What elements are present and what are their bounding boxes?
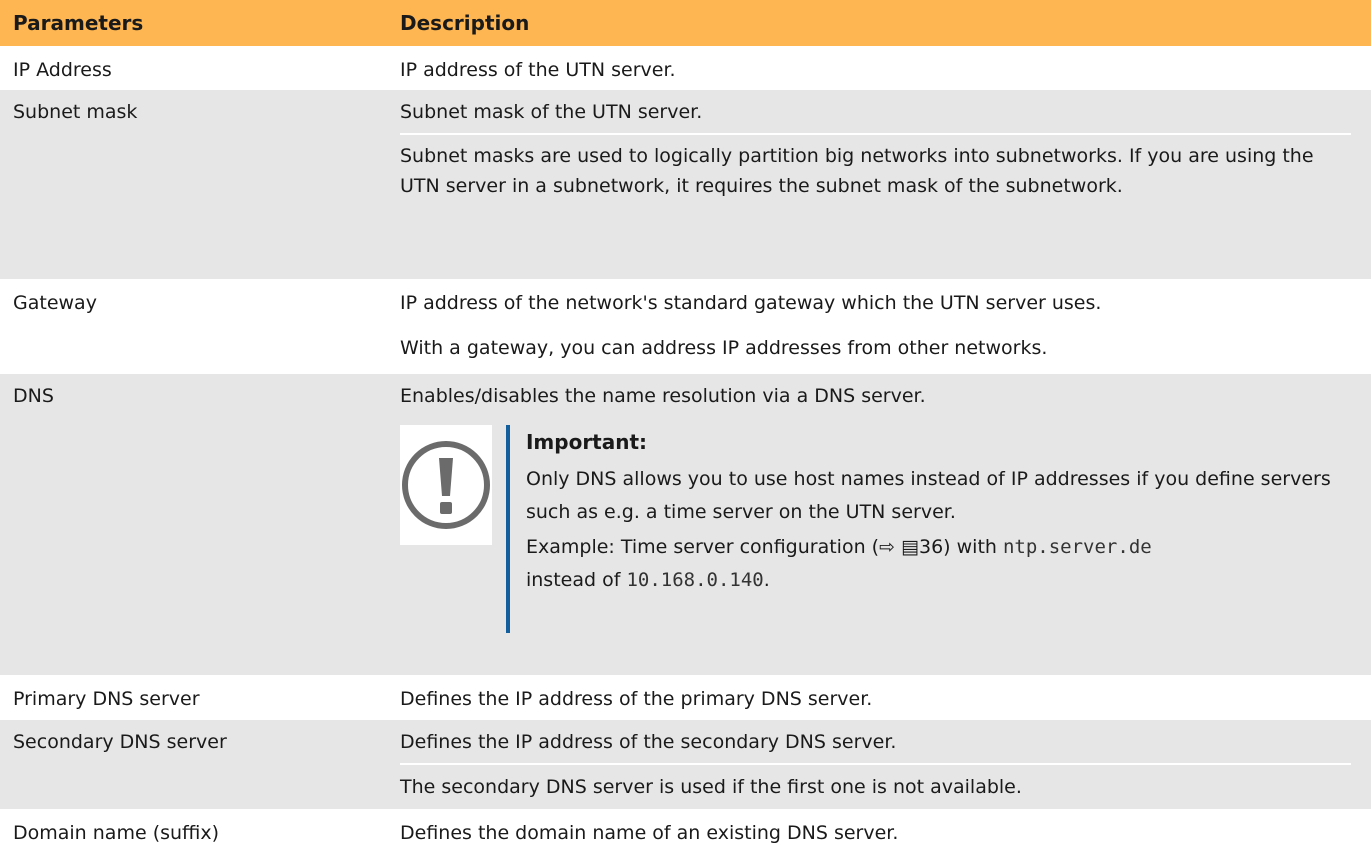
table-row: Secondary DNS server Defines the IP addr… <box>0 720 1371 811</box>
desc-domain-name: Defines the domain name of an existing D… <box>400 822 899 844</box>
page-icon: ▤ <box>901 536 919 558</box>
param-primary-dns: Primary DNS server <box>13 688 200 710</box>
important-accent-bar <box>506 425 510 633</box>
desc-secondary-dns-detail: The secondary DNS server is used if the … <box>400 763 1351 808</box>
table-header: Parameters Description <box>0 0 1371 48</box>
desc-secondary-dns: Defines the IP address of the secondary … <box>400 731 897 753</box>
important-title: Important: <box>525 430 648 454</box>
code-ip-address: 10.168.0.140 <box>626 569 764 591</box>
important-note: Important: Only DNS allows you to use ho… <box>400 425 1351 633</box>
table-row: Subnet mask Subnet mask of the UTN serve… <box>0 90 1371 281</box>
param-gateway: Gateway <box>13 292 97 314</box>
desc-primary-dns: Defines the IP address of the primary DN… <box>400 688 873 710</box>
table-row: DNS Enables/disables the name resolution… <box>0 374 1371 677</box>
header-parameters: Parameters <box>13 11 144 35</box>
table-row: IP Address IP address of the UTN server. <box>0 48 1371 90</box>
parameters-table: Parameters Description IP Address IP add… <box>0 0 1371 858</box>
important-example: Example: Time server configuration (⇨ ▤3… <box>525 536 1152 591</box>
desc-ip-address: IP address of the UTN server. <box>400 59 676 81</box>
param-dns: DNS <box>13 385 54 407</box>
table-row: Domain name (suffix) Defines the domain … <box>0 811 1371 858</box>
table-row: Gateway IP address of the network's stan… <box>0 281 1371 374</box>
important-text: Only DNS allows you to use host names in… <box>525 468 1331 523</box>
desc-subnet-mask-detail: Subnet masks are used to logically parti… <box>400 133 1351 209</box>
desc-gateway: IP address of the network's standard gat… <box>400 292 1102 314</box>
desc-gateway-detail: With a gateway, you can address IP addre… <box>400 324 1351 369</box>
exclamation-circle-icon <box>400 425 492 545</box>
page-reference-link[interactable]: ▤36 <box>901 536 943 558</box>
table-row: Primary DNS server Defines the IP addres… <box>0 677 1371 720</box>
param-ip-address: IP Address <box>13 59 112 81</box>
param-subnet-mask: Subnet mask <box>13 101 138 123</box>
desc-subnet-mask: Subnet mask of the UTN server. <box>400 101 703 123</box>
param-domain-name: Domain name (suffix) <box>13 822 220 844</box>
desc-dns: Enables/disables the name resolution via… <box>400 385 926 407</box>
param-secondary-dns: Secondary DNS server <box>13 731 227 753</box>
arrow-right-icon: ⇨ <box>879 536 895 558</box>
header-description: Description <box>400 11 530 35</box>
code-ntp-server: ntp.server.de <box>1002 536 1152 558</box>
